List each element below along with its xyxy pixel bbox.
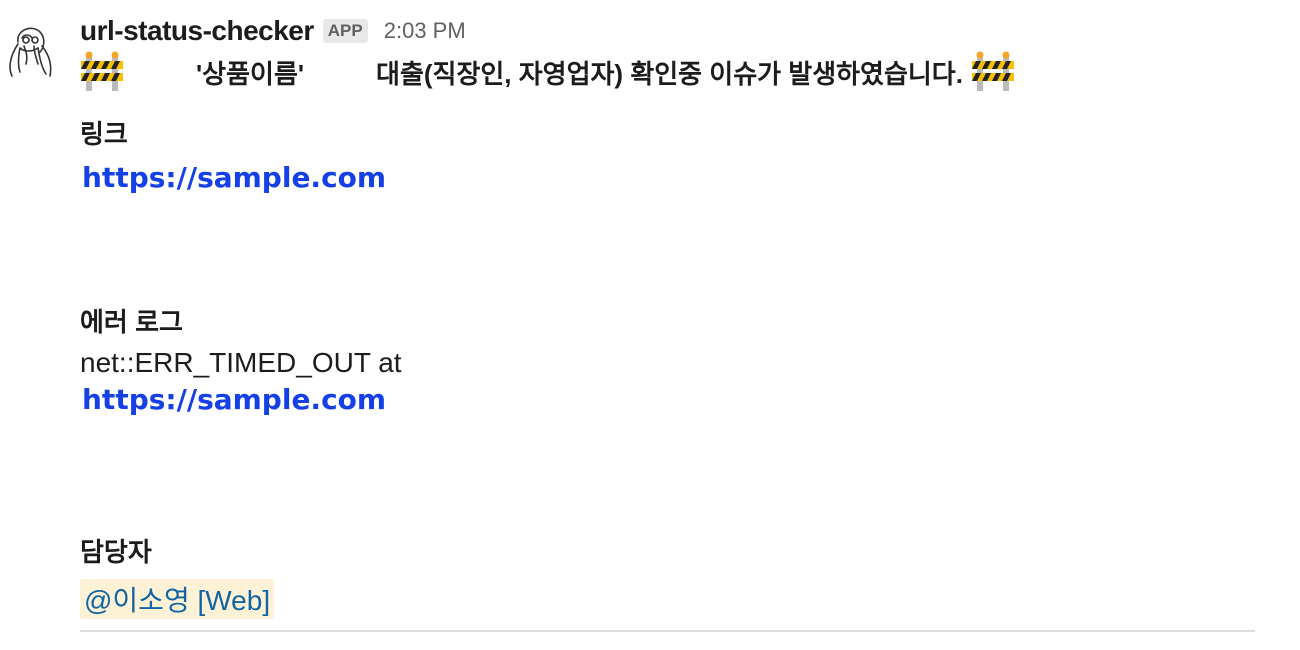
sender-name[interactable]: url-status-checker [80,15,314,47]
link-url[interactable]: https://sample.com [82,161,386,194]
owner-section: 담당자 @이소영 [Web] [80,532,275,619]
error-text: net::ERR_TIMED_OUT at [80,347,402,378]
construction-barrier-icon [81,51,123,91]
product-name: '상품이름' [196,58,305,89]
message-header: url-status-checker APP 2:03 PM [80,12,1260,50]
link-label: 링크 [80,119,128,149]
error-label: 에러 로그 [80,307,183,337]
message: url-status-checker APP 2:03 PM '상품이름' 대출… [80,12,1260,619]
link-section: 링크 https://sample.com [80,114,1260,194]
owner-label: 담당자 [80,537,152,567]
user-mention[interactable]: @이소영 [Web] [80,579,275,619]
app-badge: APP [322,19,368,43]
error-url[interactable]: https://sample.com [82,383,386,416]
alert-text: 대출(직장인, 자영업자) 확인중 이슈가 발생하였습니다. [376,58,963,89]
alert-line: '상품이름' 대출(직장인, 자영업자) 확인중 이슈가 발생하였습니다. [80,50,1260,94]
timestamp[interactable]: 2:03 PM [384,18,466,44]
sketch-face-avatar-icon [9,27,52,77]
error-section: 에러 로그 net::ERR_TIMED_OUT at https://samp… [80,302,402,416]
avatar[interactable] [6,22,56,80]
construction-barrier-icon [971,51,1014,91]
divider [80,630,1255,632]
